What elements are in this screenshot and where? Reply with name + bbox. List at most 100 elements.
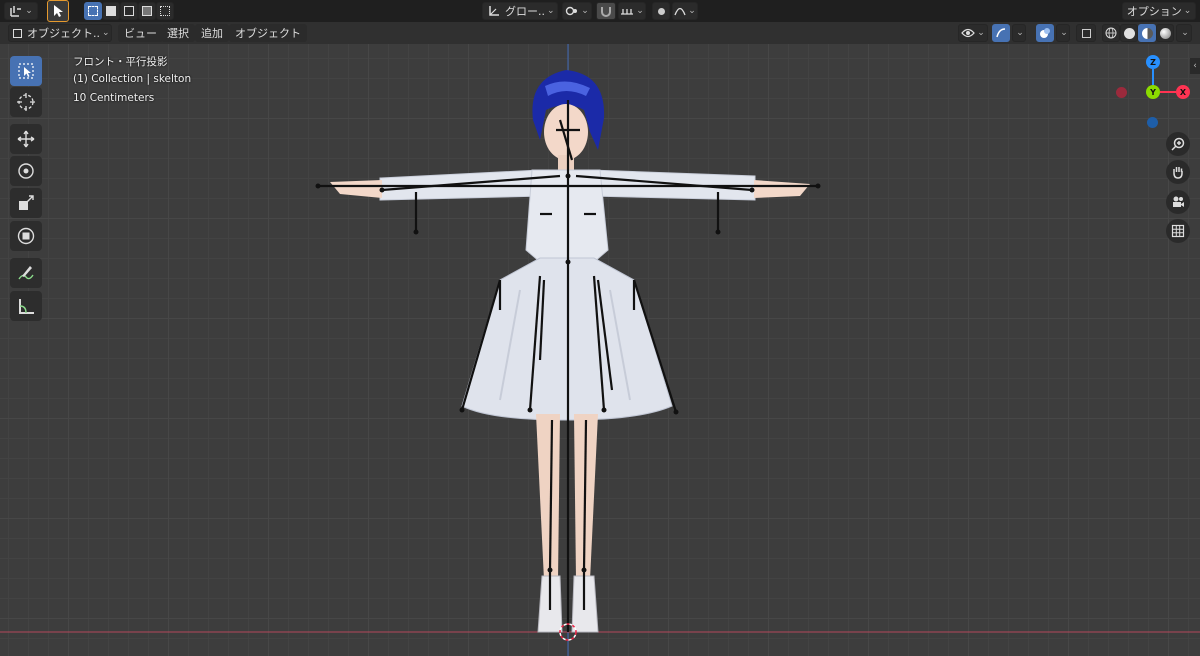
overlays-toggle[interactable] [1036,24,1054,42]
shading-dropdown[interactable]: ⌄ [1176,24,1192,42]
gizmo-arrow-icon [996,28,1006,38]
select-mode-extend-button[interactable] [102,2,120,20]
cursor-arrow-icon [54,5,63,17]
zoom-button[interactable] [1166,132,1190,156]
right-hand [754,180,810,198]
snap-toggle[interactable] [596,2,616,20]
menu-object[interactable]: オブジェクト [229,24,307,42]
select-mode-subtract-button[interactable] [120,2,138,20]
select-mode-invert-button[interactable] [138,2,156,20]
gizmo-z-label: Z [1150,57,1156,67]
chevron-down-icon: ⌄ [581,6,589,16]
tool-cursor[interactable] [10,87,42,117]
pivot-point-dropdown[interactable]: ⌄ [562,2,592,20]
gizmo-dropdown[interactable]: ⌄ [1012,24,1026,42]
measure-ruler-icon [19,299,34,314]
transform-gizmo-icon [10,6,22,17]
view-name-label: フロント・平行投影 [73,56,168,68]
snap-target-dropdown[interactable]: ⌄ [618,2,646,20]
object-mode-label: オブジェクト.. [27,27,100,40]
falloff-dropdown[interactable]: ⌄ [672,2,698,20]
transform-orientation-dropdown[interactable]: グロー.. ⌄ [482,2,558,20]
chevron-down-icon: ⌄ [636,6,644,16]
3d-viewport[interactable]: フロント・平行投影 (1) Collection | skelton 10 Ce… [0,44,1200,656]
box-select-new-icon [88,6,98,16]
gizmo-x-stem [1160,91,1176,93]
tool-rotate[interactable] [10,156,42,186]
tool-annotate[interactable] [10,258,42,288]
gizmo-z-axis[interactable]: Z [1146,55,1160,69]
options-label: オプション [1126,5,1182,18]
shading-solid-button[interactable] [1120,24,1138,42]
shading-wireframe-button[interactable] [1102,24,1120,42]
pivot-link-icon [566,6,578,16]
sidebar-toggle-icon[interactable]: ‹ [1190,58,1200,74]
chevron-down-icon: ⌄ [1016,28,1024,38]
magnet-icon [601,7,611,17]
select-mode-new-button[interactable] [84,2,102,20]
chevron-down-icon: ⌄ [25,6,33,16]
wireframe-sphere-icon [1105,27,1117,39]
chevron-down-icon: ⌄ [547,6,555,16]
object-mode-dropdown[interactable]: オブジェクト.. ⌄ [8,24,112,42]
gizmo-y-axis[interactable]: Y [1146,85,1160,99]
material-sphere-icon [1141,27,1153,39]
chevron-down-icon: ⌄ [688,6,696,16]
eye-icon [961,28,976,38]
box-select-invert-icon [142,6,152,16]
menu-add[interactable]: 追加 [195,24,229,42]
scale-icon [19,195,34,210]
snap-increment-icon [621,9,634,15]
shading-rendered-button[interactable] [1156,24,1174,42]
rotate-icon [18,163,34,179]
select-tool-button[interactable] [47,0,69,22]
annotate-pencil-icon [18,266,34,280]
overlay-circles-icon [1040,28,1050,38]
gizmo-x-axis[interactable]: X [1176,85,1190,99]
tool-measure[interactable] [10,291,42,321]
box-select-subtract-icon [124,6,134,16]
face-shape [544,104,588,160]
rendered-sphere-icon [1159,27,1171,39]
select-mode-intersect-button[interactable] [156,2,174,20]
top-toolbar: ⌄ グロー.. ⌄ ⌄ ⌄ ⌄ オプション ⌄ [0,0,1200,23]
move-arrows-icon [17,130,35,148]
hand-icon [1173,167,1183,179]
grid-icon [1171,224,1185,238]
overlays-dropdown[interactable]: ⌄ [1056,24,1070,42]
gizmo-neg-z-axis[interactable] [1147,117,1158,128]
chevron-down-icon: ⌄ [977,28,985,38]
options-dropdown[interactable]: オプション ⌄ [1122,2,1196,20]
grid-scale-label: 10 Centimeters [73,92,155,104]
left-leg [536,414,560,580]
gizmo-neg-x-axis[interactable] [1116,87,1127,98]
orientation-axes-icon [489,6,499,16]
tool-transform[interactable] [10,221,42,251]
pan-button[interactable] [1166,160,1190,184]
character-armature-scene [0,44,1200,656]
gizmo-toggle[interactable] [992,24,1010,42]
perspective-toggle-button[interactable] [1166,219,1190,243]
tool-scale[interactable] [10,188,42,218]
visibility-dropdown[interactable]: ⌄ [958,24,988,42]
editor-type-button[interactable]: ⌄ [4,2,38,20]
chevron-down-icon: ⌄ [1183,6,1192,16]
collection-info-label: (1) Collection | skelton [73,73,192,85]
menu-view[interactable]: ビュー [118,24,163,42]
chevron-down-icon: ⌄ [1181,28,1189,38]
menu-select[interactable]: 選択 [161,24,195,42]
proportional-edit-toggle[interactable] [652,2,670,20]
xray-toggle[interactable] [1076,24,1096,42]
tool-select-box[interactable] [10,56,42,86]
camera-view-button[interactable] [1166,190,1190,214]
transform-icon [17,227,35,245]
chevron-down-icon: ⌄ [1060,28,1068,38]
tool-move[interactable] [10,124,42,154]
falloff-curve-icon [674,7,686,16]
left-hand [330,180,382,198]
zoom-magnifier-icon [1171,137,1185,151]
chevron-down-icon: ⌄ [102,28,110,38]
object-mode-icon [13,28,22,38]
shading-material-button[interactable] [1138,24,1156,42]
transform-orientation-label: グロー.. [505,5,545,18]
